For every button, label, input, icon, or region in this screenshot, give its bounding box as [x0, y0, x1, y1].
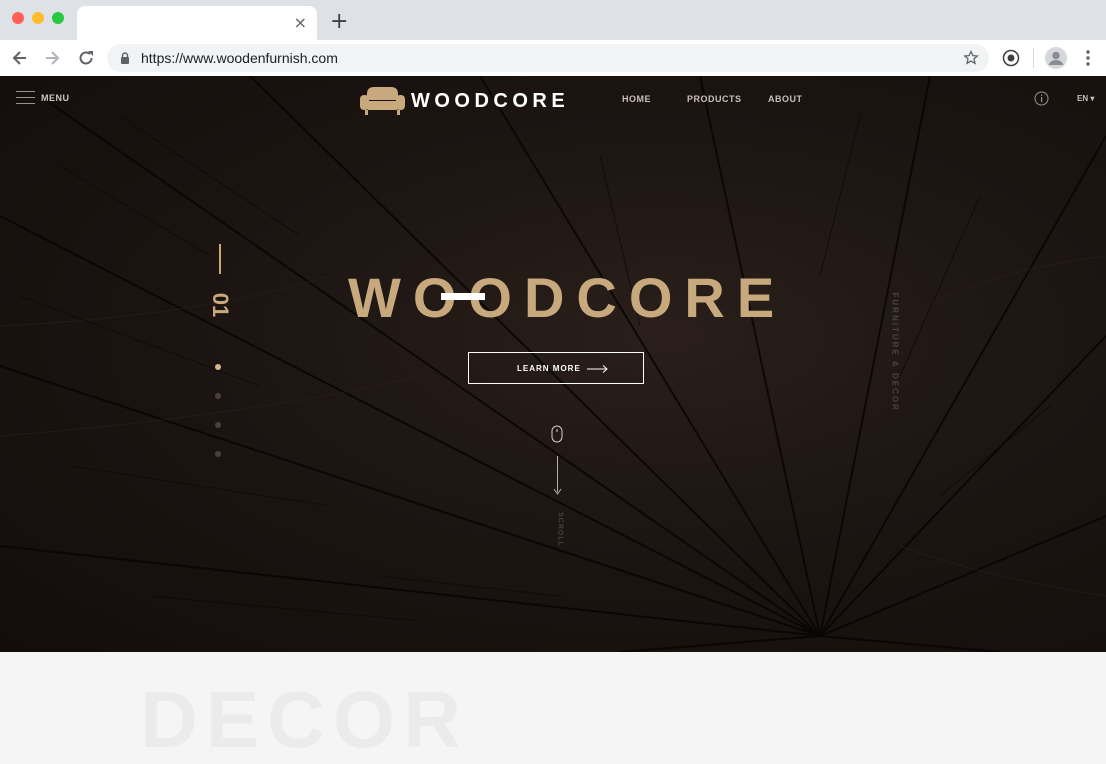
profile-icon[interactable] — [1045, 47, 1067, 69]
lock-icon — [121, 52, 129, 64]
hero-section: MENU WOODCORE HOME PRODUCTS ABOUT EN ▾ 0… — [0, 76, 1106, 652]
slide-dot-3[interactable] — [215, 422, 221, 428]
nav-products[interactable]: PRODUCTS — [687, 94, 742, 104]
address-bar[interactable]: https://www.woodenfurnish.com — [107, 44, 989, 72]
forward-icon[interactable] — [42, 48, 62, 68]
logo-text: WOODCORE — [411, 90, 570, 112]
minimize-window-button[interactable] — [32, 12, 44, 24]
language-selector[interactable]: EN ▾ — [1077, 94, 1094, 103]
hamburger-icon — [16, 91, 35, 105]
kebab-icon[interactable] — [1080, 48, 1096, 68]
slide-dot-4[interactable] — [215, 451, 221, 457]
scroll-down-arrow-icon — [553, 488, 562, 495]
close-window-button[interactable] — [12, 12, 24, 24]
info-icon[interactable] — [1034, 91, 1049, 106]
section-ghost-title: DECOR — [140, 675, 469, 764]
learn-more-label: LEARN MORE — [517, 364, 581, 373]
new-tab-button[interactable]: + — [330, 10, 348, 34]
toolbar-separator — [1033, 48, 1034, 68]
slide-indicator-line — [219, 244, 221, 274]
nav-about[interactable]: ABOUT — [768, 94, 803, 104]
hero-title-accent-bar — [441, 293, 485, 300]
sofa-logo-icon — [360, 87, 405, 115]
menu-label: MENU — [41, 93, 70, 103]
nav-home[interactable]: HOME — [622, 94, 651, 104]
slide-dot-2[interactable] — [215, 393, 221, 399]
browser-toolbar: https://www.woodenfurnish.com — [0, 40, 1106, 76]
star-icon[interactable] — [963, 50, 979, 66]
extension-icon[interactable] — [1001, 48, 1021, 68]
back-icon[interactable] — [10, 48, 30, 68]
learn-more-button[interactable]: LEARN MORE — [468, 352, 644, 384]
slide-dot-1[interactable] — [215, 364, 221, 370]
url-text[interactable]: https://www.woodenfurnish.com — [141, 50, 338, 66]
scroll-line — [557, 456, 558, 492]
slide-number: 01 — [208, 292, 233, 318]
browser-tab-bar: × + — [0, 0, 1106, 40]
mouse-icon — [551, 425, 563, 443]
hero-title: WOODCORE — [348, 266, 787, 329]
side-caption: FURNITURE & DECOR — [890, 292, 900, 412]
browser-tab[interactable]: × — [77, 6, 317, 40]
scroll-label: SCROLL — [556, 512, 564, 547]
maximize-window-button[interactable] — [52, 12, 64, 24]
arrow-right-icon — [587, 365, 608, 373]
reload-icon[interactable] — [76, 48, 96, 68]
tab-close-icon[interactable]: × — [294, 13, 307, 33]
